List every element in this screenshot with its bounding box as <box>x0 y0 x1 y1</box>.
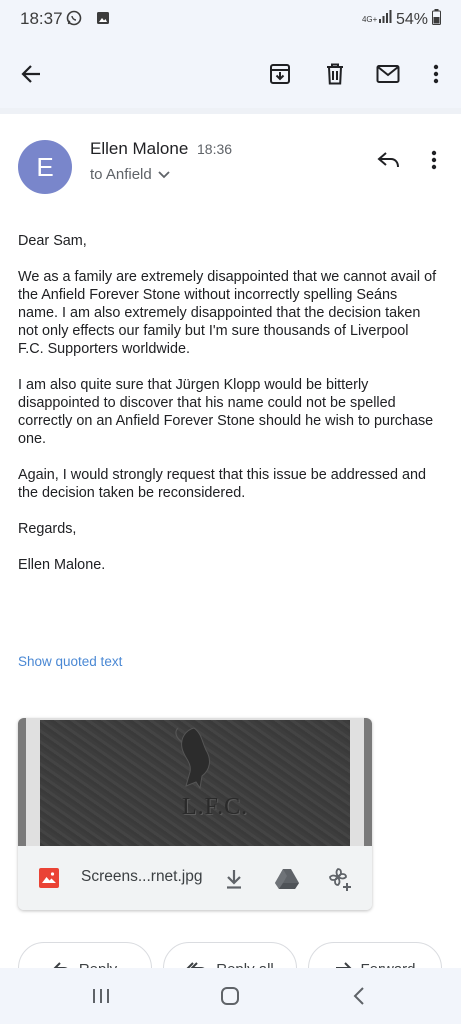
body-paragraph: Dear Sam, <box>18 233 87 249</box>
stone-image: L.F.C. <box>40 720 350 846</box>
body-paragraph: Ellen Malone. <box>18 557 106 573</box>
gallery-icon <box>96 11 110 30</box>
system-nav-bar <box>0 968 461 1024</box>
chevron-down-icon <box>158 166 170 183</box>
body-paragraph: I am also quite sure that Jürgen Klopp w… <box>18 377 434 447</box>
drive-icon[interactable] <box>273 865 301 893</box>
app-bar <box>0 38 461 108</box>
recents-icon[interactable] <box>89 984 113 1008</box>
battery-icon <box>432 9 441 30</box>
recipient-details[interactable]: to Anfield <box>90 166 170 183</box>
body-paragraph: Regards, <box>18 521 77 537</box>
frame-right <box>364 718 372 846</box>
add-to-photos-icon[interactable] <box>326 865 354 893</box>
more-vert-icon[interactable] <box>423 61 449 87</box>
sender-row: E Ellen Malone 18:36 to Anfield <box>0 130 461 200</box>
home-icon[interactable] <box>218 984 242 1008</box>
frame-left <box>18 718 26 846</box>
image-file-icon <box>39 868 59 888</box>
attachment-card[interactable]: L.F.C. Screens...rnet.jpg <box>18 718 372 910</box>
whatsapp-icon <box>66 10 82 31</box>
header-divider <box>0 108 461 114</box>
status-time: 18:37 <box>20 9 63 28</box>
attachment-filename[interactable]: Screens...rnet.jpg <box>81 868 202 886</box>
body-paragraph: Again, I would strongly request that thi… <box>18 467 426 501</box>
back-icon[interactable] <box>347 984 371 1008</box>
download-icon[interactable] <box>220 865 248 893</box>
network-label: 4G+ <box>361 14 378 24</box>
show-quoted-text-link[interactable]: Show quoted text <box>18 654 122 669</box>
mark-unread-icon[interactable] <box>375 61 401 87</box>
archive-icon[interactable] <box>267 61 293 87</box>
recipient-text: to Anfield <box>90 166 152 183</box>
signal-icon <box>378 10 392 29</box>
avatar[interactable]: E <box>18 140 72 194</box>
status-bar: 18:37 4G+ 54% <box>0 0 461 38</box>
body-paragraph: We as a family are extremely disappointe… <box>18 269 437 357</box>
battery-label: 54% <box>395 10 428 28</box>
sender-time: 18:36 <box>197 141 233 157</box>
delete-icon[interactable] <box>322 61 348 87</box>
more-vert-icon[interactable] <box>431 150 443 176</box>
attachment-preview[interactable]: L.F.C. <box>18 718 372 846</box>
reply-icon[interactable] <box>377 150 403 176</box>
email-body: Dear Sam, We as a family are extremely d… <box>18 232 438 592</box>
back-arrow-icon[interactable] <box>18 61 44 87</box>
sender-name: Ellen Malone 18:36 <box>90 139 232 159</box>
sender-name-text: Ellen Malone <box>90 139 189 158</box>
liver-bird-icon <box>175 727 210 790</box>
attachment-footer: Screens...rnet.jpg <box>18 846 372 910</box>
stone-engraving: L.F.C. <box>182 794 249 820</box>
